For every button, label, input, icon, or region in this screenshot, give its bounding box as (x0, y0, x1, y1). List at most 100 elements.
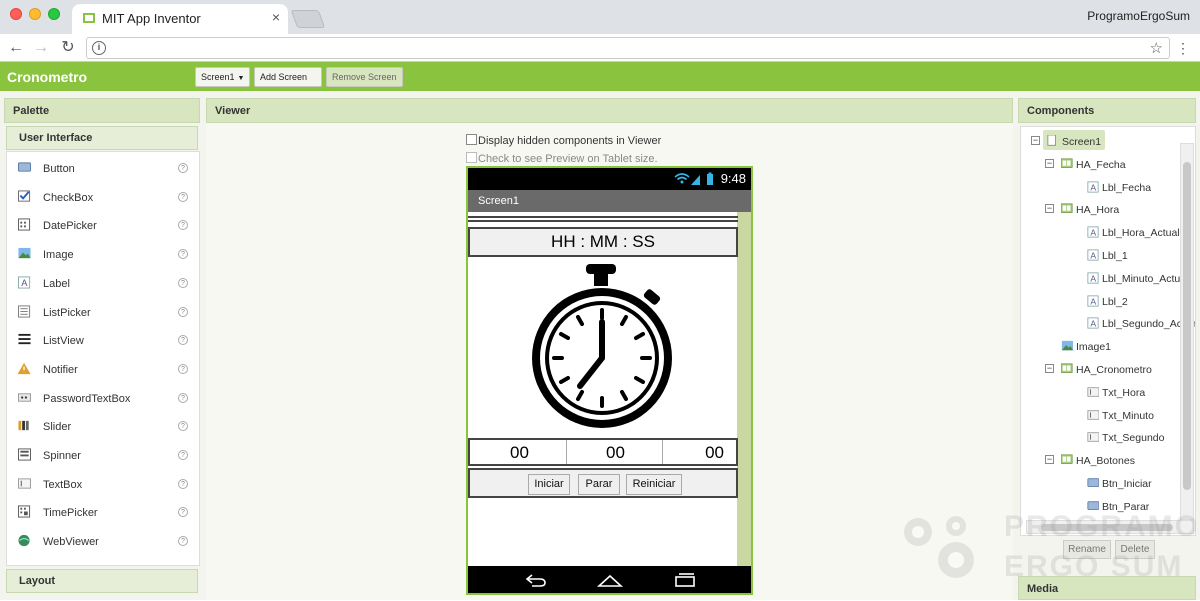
ha-cronometro-arrangement[interactable]: 00 00 00 (468, 438, 738, 466)
tree-item-lbl-segundo-actual[interactable]: A Lbl_Segundo_Actual (1021, 315, 1195, 333)
browser-menu-icon[interactable]: ⋮ (1176, 39, 1190, 57)
browser-titlebar: MIT App Inventor × ProgramoErgoSum (0, 0, 1200, 34)
palette-section-user-interface[interactable]: User Interface (6, 126, 198, 150)
palette-item-label: PasswordTextBox (43, 392, 131, 405)
forward-arrow-icon[interactable]: → (31, 38, 51, 58)
close-window-button[interactable] (10, 8, 22, 20)
help-icon[interactable]: ? (178, 421, 188, 432)
reload-icon[interactable]: ↻ (58, 38, 78, 58)
tree-item-lbl-minuto-actual[interactable]: A Lbl_Minuto_Actual (1021, 270, 1195, 288)
svg-text:A: A (1090, 250, 1096, 260)
help-icon[interactable]: ? (178, 392, 188, 403)
home-nav-icon[interactable] (596, 572, 624, 588)
palette-item-label[interactable]: A Label? (7, 269, 199, 297)
help-icon[interactable]: ? (178, 478, 188, 489)
txt-segundo-field[interactable]: 00 (665, 440, 736, 464)
button-icon (18, 162, 31, 172)
tree-item-label: Lbl_1 (1102, 250, 1128, 262)
help-icon[interactable]: ? (178, 306, 188, 317)
listview-icon (18, 334, 31, 345)
palette-item-label: DatePicker (43, 220, 97, 233)
checkbox-icon (18, 190, 31, 202)
ha-hora-arrangement[interactable]: HH : MM : SS (468, 227, 738, 257)
maximize-window-button[interactable] (48, 8, 60, 20)
tree-item-txt-segundo[interactable]: Txt_Segundo (1021, 429, 1195, 447)
palette-item-notifier[interactable]: Notifier? (7, 355, 199, 383)
help-icon[interactable]: ? (178, 363, 188, 374)
collapse-toggle-icon[interactable]: − (1045, 455, 1054, 465)
back-nav-icon[interactable] (524, 572, 548, 588)
palette-item-spinner[interactable]: Spinner? (7, 441, 199, 469)
collapse-toggle-icon[interactable]: − (1045, 204, 1054, 214)
browser-profile-name[interactable]: ProgramoErgoSum (1087, 9, 1190, 23)
palette-item-webviewer[interactable]: WebViewer? (7, 527, 199, 555)
tablet-preview-checkbox[interactable] (466, 152, 477, 163)
palette-section-layout[interactable]: Layout (6, 569, 198, 593)
help-icon[interactable]: ? (178, 450, 188, 460)
collapse-toggle-icon[interactable]: − (1045, 364, 1054, 373)
palette-item-image[interactable]: Image? (7, 240, 199, 268)
collapse-toggle-icon[interactable]: − (1031, 136, 1040, 145)
tree-item-ha-fecha[interactable]: − HA_Fecha (1021, 156, 1195, 174)
stopwatch-image[interactable] (532, 262, 674, 430)
tree-item-lbl-1[interactable]: A Lbl_1 (1021, 247, 1195, 265)
txt-minuto-field[interactable]: 00 (569, 440, 663, 464)
tree-item-lbl-2[interactable]: A Lbl_2 (1021, 293, 1195, 311)
bookmark-star-icon[interactable]: ☆ (1150, 39, 1163, 57)
tree-item-label: Image1 (1076, 341, 1112, 354)
iniciar-button[interactable]: Iniciar (528, 474, 570, 495)
help-icon[interactable]: ? (178, 163, 188, 173)
tab-close-icon[interactable]: × (272, 9, 280, 25)
tree-item-label: Lbl_Hora_Actual (1102, 227, 1180, 240)
help-icon[interactable]: ? (178, 335, 188, 346)
ha-botones-arrangement[interactable]: Iniciar Parar Reiniciar (468, 468, 738, 498)
palette-item-timepicker[interactable]: TimePicker? (7, 498, 199, 526)
svg-text:A: A (1090, 182, 1096, 192)
palette-item-passwordtextbox[interactable]: PasswordTextBox? (7, 384, 199, 412)
tree-item-lbl-fecha[interactable]: A Lbl_Fecha (1021, 179, 1195, 197)
hidden-components-checkbox[interactable] (466, 134, 477, 145)
screen-select-dropdown[interactable]: Screen1 ▼ (195, 67, 250, 87)
tree-item-screen1[interactable]: − Screen1 (1021, 130, 1195, 151)
palette-item-button[interactable]: Button? (7, 154, 199, 182)
recent-apps-nav-icon[interactable] (673, 572, 697, 588)
minimize-window-button[interactable] (29, 8, 41, 20)
palette-item-listpicker[interactable]: ListPicker? (7, 298, 199, 326)
tree-item-label: Txt_Segundo (1102, 432, 1165, 445)
palette-item-textbox[interactable]: TextBox? (7, 470, 199, 498)
help-icon[interactable]: ? (178, 249, 188, 260)
txt-hora-field[interactable]: 00 (473, 440, 567, 464)
palette-item-checkbox[interactable]: CheckBox? (7, 183, 199, 211)
parar-button[interactable]: Parar (578, 474, 620, 495)
palette-item-label: WebViewer (43, 536, 99, 549)
collapse-toggle-icon[interactable]: − (1045, 158, 1054, 168)
tree-item-ha-cronometro[interactable]: − HA_Cronometro (1021, 361, 1195, 379)
components-vertical-scrollbar[interactable] (1180, 143, 1194, 520)
tree-item-lbl-hora-actual[interactable]: A Lbl_Hora_Actual (1021, 224, 1195, 242)
back-arrow-icon[interactable]: ← (6, 38, 26, 58)
tree-item-btn-iniciar[interactable]: Btn_Iniciar (1021, 475, 1195, 493)
ha-fecha-arrangement[interactable] (468, 216, 738, 222)
reiniciar-button[interactable]: Reiniciar (626, 474, 682, 495)
add-screen-button[interactable]: Add Screen ... (254, 67, 322, 100)
tree-item-image1[interactable]: Image1 (1021, 338, 1195, 356)
remove-screen-button[interactable]: Remove Screen (326, 67, 403, 87)
tree-item-txt-hora[interactable]: Txt_Hora (1021, 384, 1195, 402)
new-tab-button[interactable] (290, 10, 326, 28)
help-icon[interactable]: ? (178, 536, 188, 547)
browser-tab[interactable]: MIT App Inventor × (72, 4, 288, 34)
palette-item-datepicker[interactable]: DatePicker? (7, 211, 199, 239)
palette-item-listview[interactable]: ListView? (7, 326, 199, 354)
help-icon[interactable]: ? (178, 191, 188, 202)
tree-item-ha-botones[interactable]: − HA_Botones (1021, 452, 1195, 470)
site-info-icon[interactable]: i (92, 41, 106, 55)
vertical-scroll-thumb[interactable] (1183, 162, 1191, 490)
palette-item-slider[interactable]: Slider? (7, 412, 199, 440)
tree-item-txt-minuto[interactable]: Txt_Minuto (1021, 407, 1195, 425)
tree-item-label: Lbl_Minuto_Actual (1102, 272, 1189, 285)
address-bar[interactable]: i ☆ (86, 37, 1170, 59)
help-icon[interactable]: ? (178, 507, 188, 518)
tree-item-ha-hora[interactable]: − HA_Hora (1021, 201, 1195, 219)
help-icon[interactable]: ? (178, 220, 188, 231)
help-icon[interactable]: ? (178, 277, 188, 288)
